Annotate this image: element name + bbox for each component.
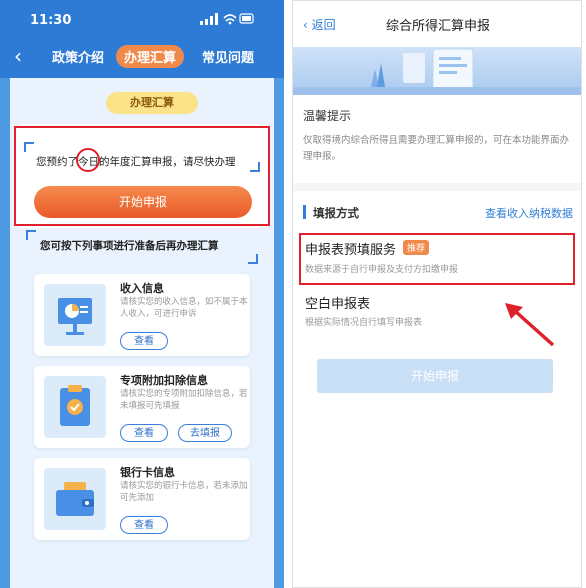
content-area: 办理汇算 您预约了今日的年度汇算申报，请尽快办理 开始申报 您可按下列事项进行准… bbox=[10, 78, 274, 588]
list-item-bank-card: 银行卡信息 请核实您的银行卡信息，若未添加可先添加 查看 bbox=[34, 458, 250, 540]
income-chart-icon bbox=[44, 284, 106, 346]
view-income-tax-link[interactable]: 查看收入纳税数据 bbox=[485, 205, 573, 221]
list-item-income: 收入信息 请核实您的收入信息，如不属于本人收入，可进行申诉 查看 bbox=[34, 274, 250, 356]
tips-title: 温馨提示 bbox=[303, 109, 352, 123]
view-button[interactable]: 查看 bbox=[120, 424, 168, 442]
top-nav: ‹ 返回 综合所得汇算申报 bbox=[293, 1, 581, 47]
item-desc: 请核实您的收入信息，如不属于本人收入，可进行申诉 bbox=[120, 297, 248, 319]
view-button[interactable]: 查看 bbox=[120, 332, 168, 350]
item-desc: 请核实您的银行卡信息，若未添加可先添加 bbox=[120, 481, 248, 503]
red-arrow-icon bbox=[505, 303, 555, 347]
wallet-icon bbox=[44, 468, 106, 530]
clipboard-check-icon bbox=[44, 376, 106, 438]
option-desc: 根据实际情况自行填写申报表 bbox=[305, 318, 423, 328]
top-nav: ‹ 政策介绍 办理汇算 常见问题 bbox=[0, 36, 284, 78]
fill-in-button[interactable]: 去填报 bbox=[178, 424, 232, 442]
corner-decor bbox=[26, 230, 36, 240]
item-title: 收入信息 bbox=[120, 282, 164, 295]
status-time: 11:30 bbox=[30, 13, 72, 28]
tips-text: 仅取得境内综合所得且需要办理汇算申报的，可在本功能界面办理申报。 bbox=[303, 135, 570, 162]
tab-policy[interactable]: 政策介绍 bbox=[52, 47, 104, 66]
tab-faq[interactable]: 常见问题 bbox=[202, 47, 254, 66]
start-declare-button[interactable]: 开始申报 bbox=[317, 359, 553, 393]
page-title: 综合所得汇算申报 bbox=[385, 19, 490, 34]
status-bar: 11:30 bbox=[0, 0, 284, 36]
method-panel: 填报方式 查看收入纳税数据 申报表预填服务 推荐 数据来源于自行申报及支付方扣缴… bbox=[293, 191, 581, 587]
item-desc: 请核实您的专项附加扣除信息，若未填报可先填报 bbox=[120, 389, 248, 411]
banner-illustration bbox=[293, 47, 581, 95]
tips-panel: 温馨提示 仅取得境内综合所得且需要办理汇算申报的，可在本功能界面办理申报。 bbox=[293, 95, 581, 183]
prep-title: 您可按下列事项进行准备后再办理汇算 bbox=[40, 240, 219, 252]
corner-decor bbox=[248, 254, 258, 264]
method-title: 填报方式 bbox=[313, 206, 359, 220]
list-item-deduction: 专项附加扣除信息 请核实您的专项附加扣除信息，若未填报可先填报 查看 去填报 bbox=[34, 366, 250, 448]
right-phone-screen: ‹ 返回 综合所得汇算申报 温馨提示 仅取得境内综合所得且需要办理汇算申报的，可… bbox=[292, 0, 582, 588]
view-button[interactable]: 查看 bbox=[120, 516, 168, 534]
highlight-circle bbox=[76, 148, 100, 172]
back-chevron-icon[interactable]: ‹ bbox=[14, 44, 22, 68]
tab-handle[interactable]: 办理汇算 bbox=[116, 45, 185, 68]
item-title: 银行卡信息 bbox=[120, 466, 175, 479]
section-marker bbox=[303, 205, 306, 219]
item-title: 专项附加扣除信息 bbox=[120, 374, 208, 387]
section-ribbon: 办理汇算 bbox=[106, 92, 198, 114]
left-phone-screen: 11:30 ‹ 政策介绍 办理汇算 常见问题 办理汇算 您预约了今日的年度汇算申… bbox=[0, 0, 284, 588]
option-title: 空白申报表 bbox=[305, 297, 371, 312]
highlight-box bbox=[14, 126, 270, 226]
status-icons bbox=[200, 13, 254, 25]
highlight-box bbox=[299, 233, 575, 285]
